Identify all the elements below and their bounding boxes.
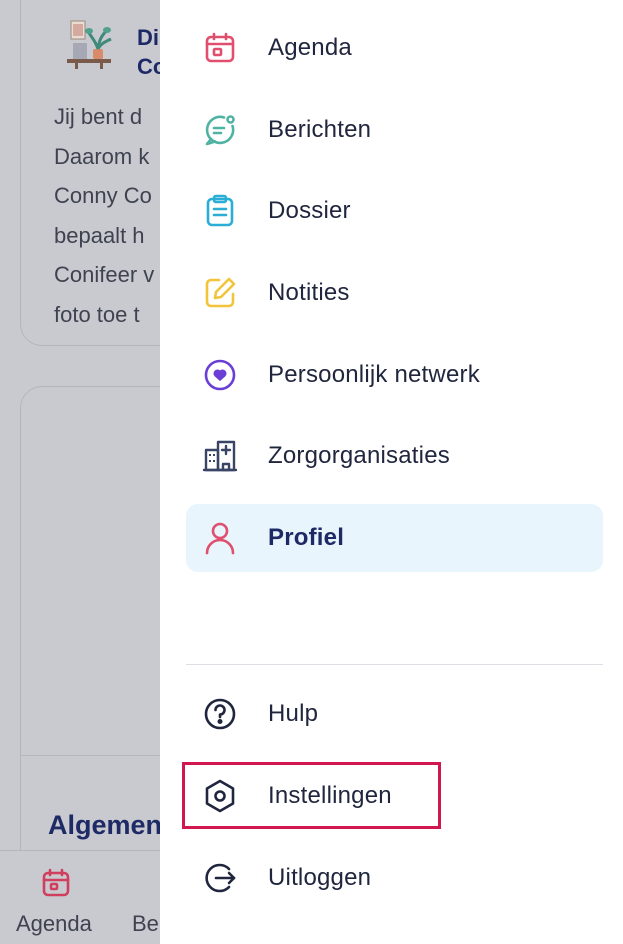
section-title: Algemen: [48, 810, 163, 840]
menu-item-label: Berichten: [268, 116, 372, 143]
logout-icon: [205, 863, 236, 893]
menu-item-uitloggen[interactable]: Uitloggen: [186, 844, 603, 912]
menu-item-label: Dossier: [268, 197, 351, 224]
calendar-icon: [205, 32, 235, 63]
menu-item-label: Hulp: [268, 700, 319, 727]
hospital-building-icon: [202, 440, 238, 472]
menu-item-label: Persoonlijk netwerk: [268, 361, 480, 388]
tab-agenda[interactable]: Agenda: [0, 851, 115, 944]
menu-item-instellingen[interactable]: Instellingen: [186, 762, 603, 830]
menu-item-dossier[interactable]: Dossier: [186, 177, 603, 245]
menu-item-label: Agenda: [268, 34, 352, 61]
menu-item-notities[interactable]: Notities: [186, 259, 603, 327]
menu-item-berichten[interactable]: Berichten: [186, 96, 603, 164]
menu-item-hulp[interactable]: Hulp: [186, 680, 603, 748]
menu-item-label: Zorgorganisaties: [268, 442, 450, 469]
menu-item-agenda[interactable]: Agenda: [186, 14, 603, 82]
menu-item-label: Uitloggen: [268, 864, 372, 891]
tab-agenda-label: Agenda: [16, 911, 92, 936]
heart-pin-icon: [204, 359, 236, 391]
menu-item-label: Notities: [268, 279, 350, 306]
menu-item-profiel[interactable]: Profiel: [186, 504, 603, 572]
menu-item-label: Instellingen: [268, 782, 392, 809]
menu-item-persoonlijk-netwerk[interactable]: Persoonlijk netwerk: [186, 341, 603, 409]
navigation-drawer: Agenda Berichten Dossier Notities Persoo…: [160, 0, 623, 944]
drawer-divider: [186, 664, 603, 665]
edit-note-icon: [205, 277, 236, 308]
chat-bubble-icon: [205, 115, 235, 146]
calendar-icon: [42, 868, 70, 897]
settings-hexagon-icon: [205, 779, 235, 813]
plant-shelf-illustration: [67, 20, 112, 69]
help-circle-icon: [204, 698, 236, 730]
user-icon: [205, 522, 235, 555]
menu-item-zorgorganisaties[interactable]: Zorgorganisaties: [186, 422, 603, 490]
clipboard-icon: [206, 194, 234, 227]
menu-item-label: Profiel: [268, 524, 345, 551]
tab-berichten-label: Be: [132, 911, 159, 936]
